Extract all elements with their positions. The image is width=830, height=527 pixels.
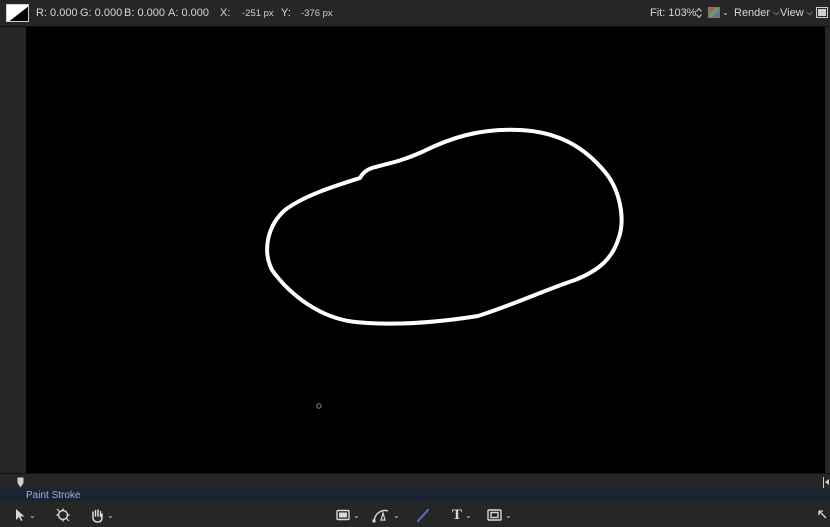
chevron-down-icon: ⌄ — [107, 510, 114, 520]
shape-tool[interactable]: ⌄ — [336, 506, 360, 524]
green-value: G: 0.000 — [80, 7, 123, 19]
fit-zoom-menu[interactable]: Fit: 103% — [650, 7, 696, 19]
color-channels-icon[interactable] — [708, 7, 720, 18]
left-gutter — [0, 27, 26, 473]
mini-timeline[interactable] — [0, 473, 830, 489]
alpha-value: A: 0.000 — [168, 7, 209, 19]
canvas-info-bar: R: 0.000 G: 0.000 B: 0.000 A: 0.000 X: -… — [0, 0, 830, 27]
blue-value: B: 0.000 — [124, 7, 165, 19]
hand-tool[interactable]: ⌄ — [90, 506, 114, 524]
arrow-select-icon — [16, 509, 25, 521]
fullscreen-arrow-icon — [818, 510, 827, 519]
panel-toggle-icon[interactable] — [816, 7, 828, 18]
paint-stroke-shape[interactable] — [26, 27, 825, 473]
y-coordinate: -376 px — [301, 8, 333, 19]
chevron-down-icon: ⌵ — [806, 8, 813, 17]
paint-stroke-tool[interactable] — [416, 506, 430, 524]
out-point-icon[interactable] — [823, 477, 829, 488]
chevron-down-icon: ⌄ — [505, 510, 512, 520]
bezier-tool[interactable]: ⌄ — [372, 506, 400, 524]
chevron-down-icon[interactable]: ⌄ — [722, 8, 729, 17]
y-label: Y: — [281, 7, 291, 19]
fullscreen-button[interactable] — [818, 506, 828, 524]
transform-tool[interactable] — [55, 506, 71, 524]
layer-bar[interactable]: Paint Stroke — [0, 489, 830, 502]
chevron-down-icon: ⌵ — [773, 8, 780, 17]
canvas-viewer[interactable] — [26, 27, 825, 473]
hand-pan-icon — [92, 508, 103, 523]
stepper-icon[interactable] — [696, 7, 702, 19]
tool-bar: ⌄ ⌄ ⌄ ⌄ T ⌄ ⌄ — [0, 502, 830, 527]
render-label: Render — [734, 7, 771, 19]
chevron-down-icon: ⌄ — [353, 510, 360, 520]
mask-tool[interactable]: ⌄ — [487, 506, 512, 524]
rectangle-shape-icon — [336, 509, 350, 521]
color-swatch-icon[interactable] — [6, 4, 29, 22]
mask-rect-icon — [487, 509, 502, 521]
view-label: View — [780, 7, 804, 19]
render-menu[interactable]: Render ⌵ — [734, 7, 779, 19]
right-gutter — [825, 27, 830, 473]
bezier-pen-icon — [372, 509, 389, 523]
layer-name: Paint Stroke — [26, 490, 81, 501]
chevron-down-icon: ⌄ — [465, 510, 472, 520]
red-value: R: 0.000 — [36, 7, 78, 19]
playhead-icon[interactable] — [17, 477, 24, 488]
x-coordinate: -251 px — [242, 8, 274, 19]
brush-cursor-icon — [316, 403, 322, 409]
transform-anchor-icon — [56, 508, 70, 522]
text-tool-icon: T — [452, 506, 463, 523]
chevron-down-icon: ⌄ — [393, 510, 400, 520]
x-label: X: — [220, 7, 231, 19]
text-tool[interactable]: T ⌄ — [452, 506, 472, 524]
chevron-down-icon: ⌄ — [29, 510, 36, 520]
paint-stroke-icon — [417, 509, 429, 522]
view-menu[interactable]: View ⌵ — [780, 7, 813, 19]
select-tool[interactable]: ⌄ — [14, 506, 36, 524]
